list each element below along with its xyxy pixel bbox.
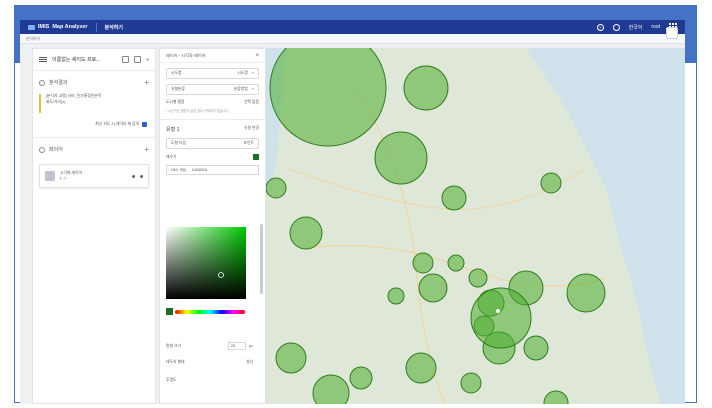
language-select[interactable]: 한국어 <box>629 24 643 31</box>
opacity-label: 투명도 <box>166 378 177 382</box>
field-region-value: 시도명 <box>237 71 248 75</box>
refresh-option-label: 최신 지도 시 데이터 재 검색 <box>95 122 139 126</box>
map-marker <box>496 309 500 313</box>
border-label: 테두리 형태 <box>166 360 185 364</box>
field-region[interactable]: 시도명 시도명 × <box>166 68 259 79</box>
layers-section-header: 레이어 + <box>33 138 155 158</box>
more-icon[interactable] <box>140 174 143 178</box>
analysis-item-subtext: 위도/거리(x) <box>46 99 66 104</box>
panel-scrollbar[interactable] <box>260 224 263 294</box>
add-layer-icon[interactable]: + <box>144 145 149 154</box>
close-icon[interactable]: × <box>255 53 259 59</box>
app-window: IMIS Map Analyzer 분석하기 ? 한국어 root 분석하기 이… <box>20 20 685 404</box>
field-region-label: 시도명 <box>171 71 182 75</box>
style-panel-header: 레이어 - 시각화 레이어 × <box>160 49 265 63</box>
nav-analyze[interactable]: 분석하기 <box>105 24 123 31</box>
layer-subtitle: (...) <box>60 176 66 180</box>
logo-text: IMIS <box>38 24 50 30</box>
map-canvas[interactable] <box>266 48 685 404</box>
divider <box>160 119 265 120</box>
fill-row: 채우기 <box>166 154 259 160</box>
layer-thumbnail <box>45 171 55 181</box>
analysis-section-header: 분석결과 + <box>33 71 155 91</box>
city-rating-row: 도시별 평점 선택 없음 <box>166 100 259 105</box>
hex-value: #1E6B2A <box>192 168 208 172</box>
border-select[interactable]: 실선 <box>246 360 253 365</box>
shape-type-label: 도형 타입 <box>171 141 187 145</box>
left-panel-header: 이름없는 새지도 프로... « <box>33 49 155 71</box>
border-row: 테두리 형태 실선 <box>166 360 253 365</box>
user-name[interactable]: root <box>651 24 660 30</box>
hue-slider[interactable] <box>175 310 245 314</box>
shape-type-field[interactable]: 도형 타입 포인트 <box>166 138 259 149</box>
change-type-link[interactable]: 유형 변경 <box>244 126 259 133</box>
visibility-icon[interactable] <box>132 174 135 178</box>
refresh-option: 최신 지도 시 데이터 재 검색 <box>33 113 155 127</box>
field-type-value: 분류방법 <box>233 87 248 91</box>
panel-note: * 시군구는 명칭이 같은 경우 선택되지 않습니다. <box>166 109 230 113</box>
style-section-title: 유형 1 <box>166 127 180 133</box>
current-color-swatch <box>166 308 173 315</box>
logo-icon <box>28 24 35 30</box>
app-header: IMIS Map Analyzer 분석하기 ? 한국어 root <box>20 20 685 34</box>
field-type[interactable]: 유형분류 분류방법 × <box>166 84 259 95</box>
menu-icon[interactable] <box>39 56 47 63</box>
globe-icon[interactable] <box>612 23 620 31</box>
app-name: Map Analyzer <box>52 24 88 30</box>
map-layers-button[interactable] <box>666 27 678 39</box>
layer-text: 시각화 레이어 (...) <box>60 171 127 181</box>
hex-label: HEX 색상 <box>171 167 187 172</box>
collapse-icon[interactable]: « <box>146 57 149 63</box>
shape-type-value: 포인트 <box>243 141 254 145</box>
size-input[interactable]: 20 <box>227 342 246 350</box>
size-unit: px <box>248 344 253 348</box>
fill-color-swatch[interactable] <box>253 154 259 160</box>
breadcrumb: 분석하기 <box>20 34 685 44</box>
city-rating-select[interactable]: 선택 없음 <box>244 100 259 105</box>
slide: Map Analyzer IMIS Map Analyzer 분석하기 ? 한국… <box>0 0 712 408</box>
fill-label: 채우기 <box>166 154 177 159</box>
map-project-title[interactable]: 이름없는 새지도 프로... <box>52 56 117 63</box>
remove-icon[interactable]: × <box>252 87 254 92</box>
analysis-icon <box>39 79 45 86</box>
refresh-checkbox[interactable] <box>142 122 147 127</box>
app-logo[interactable]: IMIS Map Analyzer <box>28 24 88 30</box>
remove-icon[interactable]: × <box>252 71 254 76</box>
help-icon[interactable]: ? <box>596 23 604 31</box>
layer-item[interactable]: 시각화 레이어 (...) <box>39 164 149 188</box>
layers-icon <box>39 146 45 153</box>
header-actions: ? 한국어 root <box>596 23 677 31</box>
analysis-section-title: 분석결과 <box>49 80 68 86</box>
style-section-header: 유형 1 유형 변경 <box>166 126 259 133</box>
style-panel-title: 레이어 - 시각화 레이어 <box>166 52 206 58</box>
save-icon[interactable] <box>134 56 142 63</box>
opacity-row: 투명도 <box>166 378 253 383</box>
color-picker-area[interactable] <box>166 227 246 299</box>
layers-section-title: 레이어 <box>49 147 63 153</box>
header-divider <box>95 22 97 32</box>
size-row: 원형 크기 20 px <box>166 342 253 350</box>
edit-icon[interactable] <box>122 56 130 63</box>
field-type-label: 유형분류 <box>171 87 185 91</box>
style-panel: 레이어 - 시각화 레이어 × 시도명 시도명 × 유형분류 분류방법 × 도시별 … <box>159 48 266 404</box>
city-rating-label: 도시별 평점 <box>166 100 185 104</box>
size-label: 원형 크기 <box>166 343 182 348</box>
hex-input[interactable]: HEX 색상 #1E6B2A <box>166 165 259 175</box>
add-analysis-icon[interactable]: + <box>144 78 149 87</box>
analysis-item[interactable]: [분석지 교명] 서비_인가흥정인분학 위도/거리(x) <box>39 94 149 113</box>
left-panel: 이름없는 새지도 프로... « 분석결과 + [분석지 교명] 서비_인가흥정… <box>32 48 156 404</box>
